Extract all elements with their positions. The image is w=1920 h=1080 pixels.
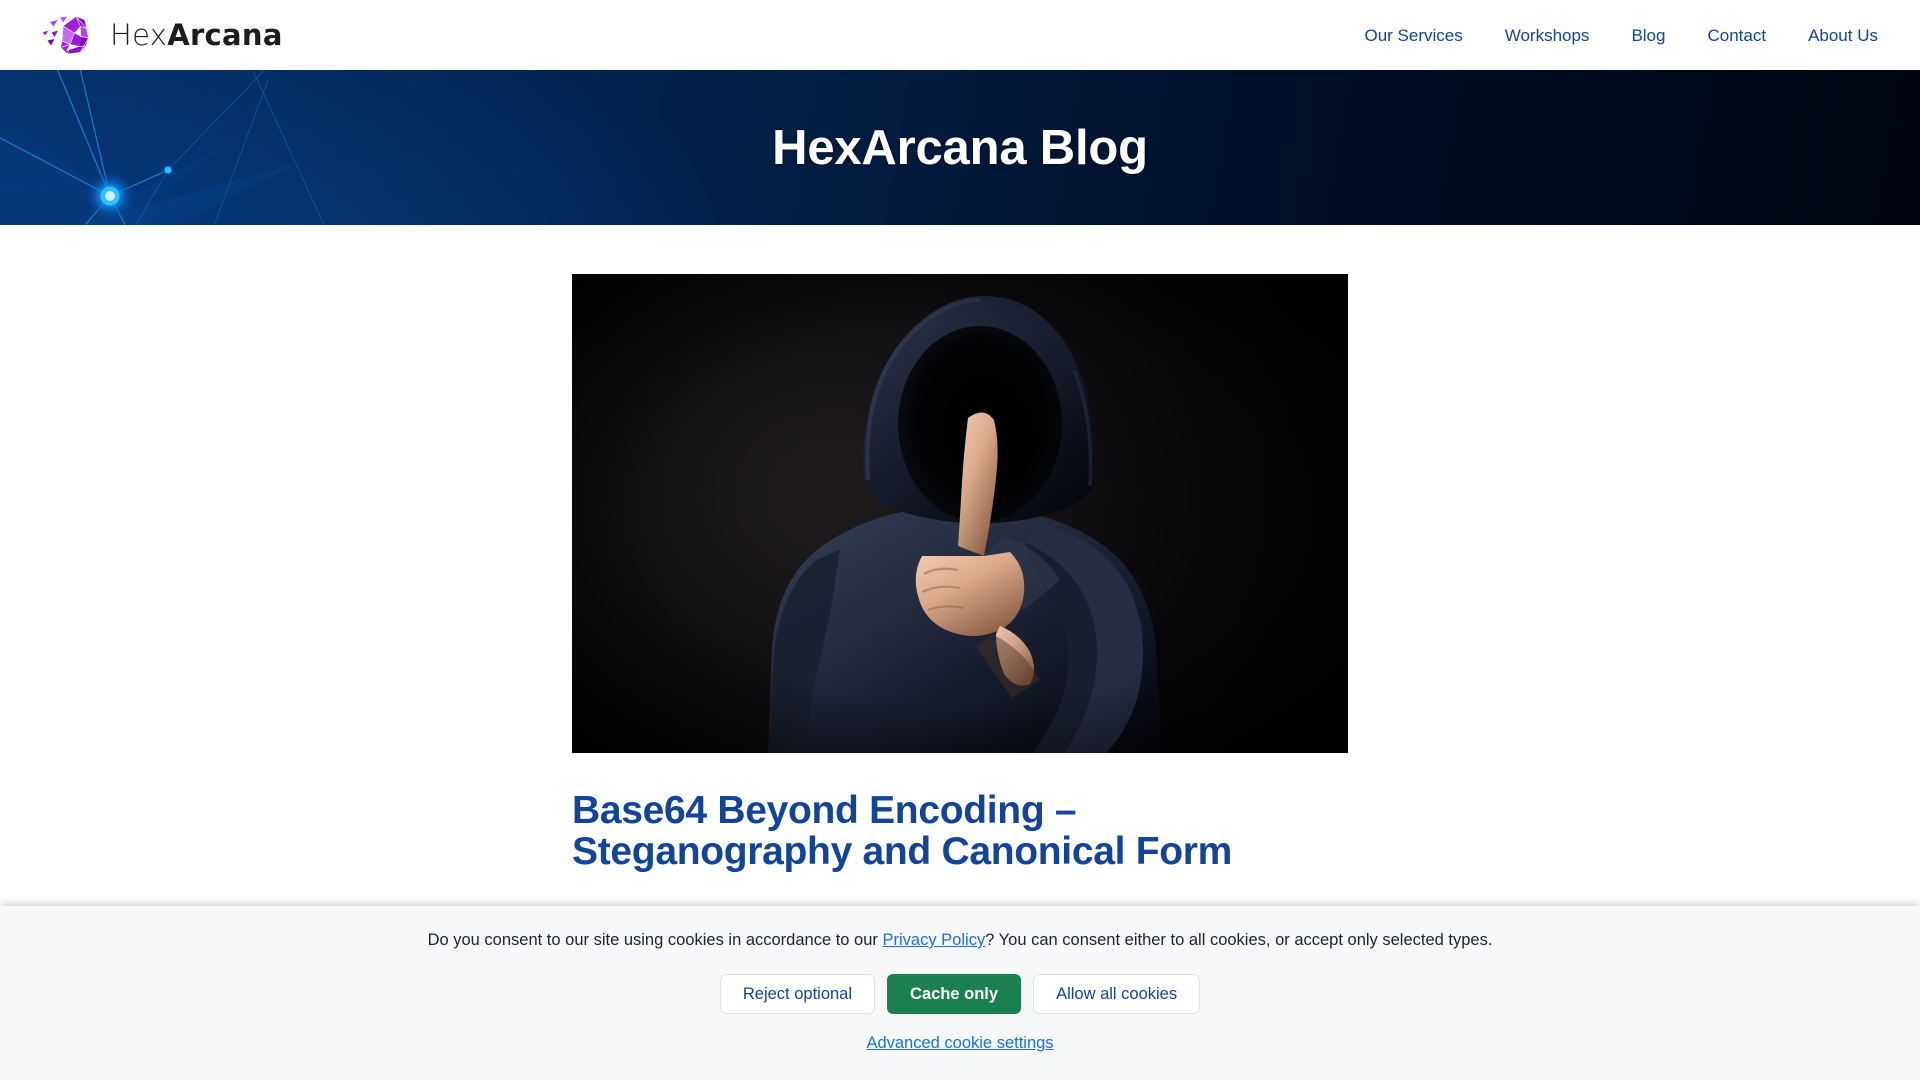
hexarcana-polygon-icon (42, 16, 89, 55)
nav-item-our-services[interactable]: Our Services (1364, 27, 1462, 44)
article-section: Base64 Beyond Encoding – Steganography a… (0, 225, 1920, 872)
allow-all-cookies-button[interactable]: Allow all cookies (1033, 974, 1201, 1015)
article-title[interactable]: Base64 Beyond Encoding – Steganography a… (572, 789, 1348, 873)
cache-only-button[interactable]: Cache only (887, 974, 1022, 1015)
main-navigation: Our Services Workshops Blog Contact Abou… (1364, 27, 1878, 44)
article-title-line-2: Steganography and Canonical Form (572, 829, 1232, 873)
privacy-policy-link[interactable]: Privacy Policy (883, 931, 986, 949)
brand-word-arcana: Arcana (167, 17, 283, 52)
brand-word-hex: Hex (110, 17, 168, 52)
article-container: Base64 Beyond Encoding – Steganography a… (572, 225, 1348, 872)
hero-banner: HexArcana Blog (0, 70, 1920, 225)
cookie-text-after-link: ? You can consent either to all cookies,… (985, 931, 1493, 949)
hooded-figure-shh-illustration-icon (572, 274, 1348, 753)
site-header: HexArcana Our Services Workshops Blog Co… (0, 0, 1920, 70)
cookie-action-buttons: Reject optional Cache only Allow all coo… (719, 974, 1201, 1015)
brand-logo-link[interactable]: HexArcana (36, 11, 283, 59)
advanced-cookie-settings-link[interactable]: Advanced cookie settings (866, 1034, 1053, 1053)
cookie-consent-banner: Do you consent to our site using cookies… (0, 906, 1920, 1080)
nav-item-contact[interactable]: Contact (1707, 27, 1766, 44)
page-root: HexArcana Our Services Workshops Blog Co… (0, 0, 1920, 1080)
nav-item-blog[interactable]: Blog (1631, 27, 1665, 44)
reject-optional-button[interactable]: Reject optional (719, 974, 876, 1015)
nav-item-about-us[interactable]: About Us (1808, 27, 1878, 44)
nav-item-workshops[interactable]: Workshops (1505, 27, 1590, 44)
cookie-text-before-link: Do you consent to our site using cookies… (427, 931, 883, 949)
hero-title: HexArcana Blog (772, 120, 1148, 175)
brand-wordmark: HexArcana (110, 17, 283, 52)
cookie-consent-message: Do you consent to our site using cookies… (428, 929, 1493, 952)
article-featured-image[interactable] (572, 274, 1348, 753)
article-title-line-1: Base64 Beyond Encoding – (572, 789, 1077, 832)
